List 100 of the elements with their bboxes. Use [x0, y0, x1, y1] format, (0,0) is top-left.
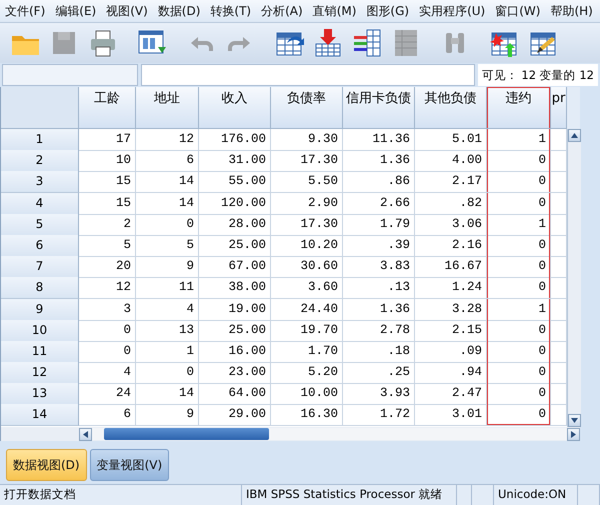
cell-value-field[interactable] [141, 64, 475, 86]
table-cell: 4 [79, 362, 136, 384]
row-number[interactable]: 3 [1, 171, 79, 194]
column-header[interactable]: 信用卡负债 [343, 87, 415, 129]
status-text: Unicode:ON [494, 485, 578, 505]
table-cell: 4.00 [415, 150, 487, 172]
table-cell: 3.06 [415, 214, 487, 236]
menu-item[interactable]: 实用程序(U) [416, 2, 492, 20]
vertical-scrollbar[interactable] [567, 129, 581, 427]
table-cell: 5.01 [415, 129, 487, 151]
column-header[interactable]: 收入 [199, 87, 271, 129]
right-arrow-icon [570, 430, 577, 438]
table-cell: 3.28 [415, 298, 487, 320]
scrollbar-thumb[interactable] [104, 428, 269, 440]
row-number[interactable]: 1 [1, 129, 79, 151]
table-cell: 5.20 [271, 362, 343, 384]
table-cell: 2.17 [415, 171, 487, 194]
table-cell: 0 [136, 362, 199, 384]
menu-item[interactable]: 图形(G) [363, 2, 416, 20]
table-cell: 0 [79, 320, 136, 342]
table-cell: 0 [487, 277, 551, 300]
column-header[interactable]: pr [551, 87, 567, 129]
menu-item[interactable]: 转换(T) [207, 2, 258, 20]
table-cell: 1.24 [415, 277, 487, 300]
table-cell: 67.00 [199, 256, 271, 278]
table-cell: 15 [79, 192, 136, 215]
menu-item[interactable]: 编辑(E) [52, 2, 104, 20]
table-cell: 0 [487, 171, 551, 194]
table-cell: 17.30 [271, 214, 343, 236]
table-cell: 1.70 [271, 340, 343, 363]
table-cell: 1 [487, 298, 551, 320]
table-cell: 5 [79, 234, 136, 257]
table-cell: 3 [79, 298, 136, 320]
table-cell: 14 [136, 383, 199, 406]
table-cell: 14 [136, 171, 199, 194]
table-cell: 0 [487, 320, 551, 342]
table-cell: 1.36 [343, 150, 415, 172]
table-cell: 12 [136, 129, 199, 151]
table-cell: 0 [487, 404, 551, 426]
menu-item[interactable]: 数据(D) [154, 2, 208, 20]
table-cell: .82 [415, 192, 487, 215]
table-cell: 0 [487, 362, 551, 384]
view-tab[interactable]: 变量视图(V) [90, 449, 170, 481]
table-cell: .94 [415, 362, 487, 384]
menu-item[interactable]: 窗口(W) [492, 2, 548, 20]
table-cell: .13 [343, 277, 415, 300]
row-number[interactable]: 8 [1, 277, 79, 300]
left-arrow-icon [82, 430, 89, 438]
table-cell: 16.67 [415, 256, 487, 278]
table-cell: 10 [79, 150, 136, 172]
table-cell: 10.20 [271, 234, 343, 257]
table-cell: 29.00 [199, 404, 271, 426]
table-cell: 20 [79, 256, 136, 278]
table-cell: 1 [487, 129, 551, 151]
table-cell: 1 [487, 214, 551, 236]
table-cell: 64.00 [199, 383, 271, 406]
horizontal-scrollbar[interactable] [79, 427, 580, 441]
row-number[interactable]: 4 [1, 192, 79, 215]
menu-item[interactable]: 视图(V) [103, 2, 155, 20]
table-cell: 17 [79, 129, 136, 151]
row-number[interactable]: 12 [1, 362, 79, 384]
column-header[interactable]: 工龄 [79, 87, 136, 129]
row-number[interactable]: 11 [1, 340, 79, 363]
table-cell: 0 [487, 340, 551, 363]
table-cell: 3.93 [343, 383, 415, 406]
table-cell: 5.50 [271, 171, 343, 194]
table-cell: 3.83 [343, 256, 415, 278]
row-number[interactable]: 14 [1, 404, 79, 426]
row-number[interactable]: 10 [1, 320, 79, 342]
menu-item[interactable]: 直销(M) [310, 2, 364, 20]
table-cell: 14 [136, 192, 199, 215]
table-cell: 0 [487, 256, 551, 278]
menu-item[interactable]: 文件(F) [2, 2, 52, 20]
menu-item[interactable]: 分析(A) [258, 2, 310, 20]
table-cell: 2.15 [415, 320, 487, 342]
table-cell: 9 [136, 256, 199, 278]
view-tab[interactable]: 数据视图(D) [6, 449, 87, 481]
table-cell: 5 [136, 234, 199, 257]
row-number[interactable]: 13 [1, 383, 79, 406]
column-header[interactable]: 地址 [136, 87, 199, 129]
cell-reference-field[interactable] [2, 64, 138, 86]
table-cell: .86 [343, 171, 415, 194]
row-number[interactable]: 5 [1, 214, 79, 236]
table-cell: .39 [343, 234, 415, 257]
table-cell: 176.00 [199, 129, 271, 151]
table-cell: 1 [136, 340, 199, 363]
column-header[interactable]: 负债率 [271, 87, 343, 129]
row-number[interactable]: 6 [1, 234, 79, 257]
table-cell: 6 [79, 404, 136, 426]
menu-item[interactable]: 帮助(H) [547, 2, 600, 20]
row-number[interactable]: 2 [1, 150, 79, 172]
column-header[interactable]: 违约 [487, 87, 551, 129]
column-header[interactable]: 其他负债 [415, 87, 487, 129]
table-cell: 15 [79, 171, 136, 194]
table-cell: 3.60 [271, 277, 343, 300]
status-text: IBM SPSS Statistics Processor 就绪 [242, 485, 457, 505]
row-number[interactable]: 9 [1, 298, 79, 320]
table-cell: 0 [487, 150, 551, 172]
table-cell: 55.00 [199, 171, 271, 194]
row-number[interactable]: 7 [1, 256, 79, 278]
